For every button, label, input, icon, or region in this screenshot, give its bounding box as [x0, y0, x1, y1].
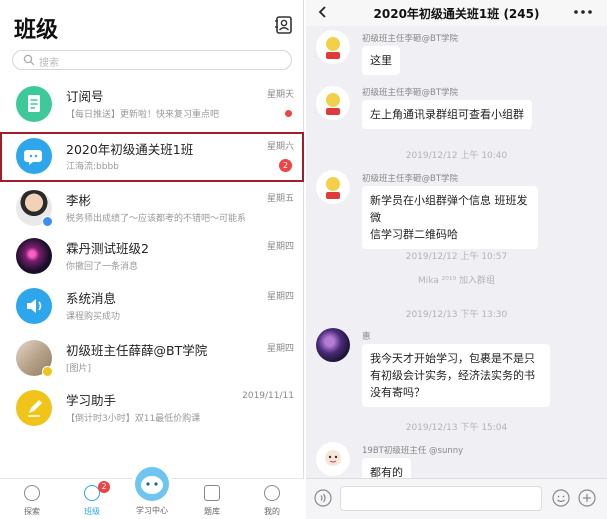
message-line: 新学员在小组群弹个信息 班班发微: [370, 194, 528, 224]
item-preview: [图片]: [66, 364, 92, 374]
list-item-class-group[interactable]: 2020年初级通关班1班 江海流:bbbb 星期六 2: [0, 132, 304, 182]
list-item-subscription[interactable]: 订阅号 【每日推送】更新啦！快来复习重点吧 星期天: [0, 80, 304, 132]
item-name: 2020年初级通关班1班: [66, 142, 194, 157]
plus-icon[interactable]: [578, 489, 596, 507]
message-sender: 惠: [362, 332, 371, 342]
avatar[interactable]: [316, 170, 350, 204]
mascot-icon: [141, 476, 163, 494]
item-name: 李彬: [66, 193, 92, 208]
message-bubble[interactable]: 我今天才开始学习，包裹是不是只 有初级会计实务，经济法实务的书 没有寄吗？: [362, 344, 550, 407]
verified-icon: [42, 216, 53, 227]
item-preview: 江海流:bbbb: [66, 162, 119, 172]
list-item-assistant[interactable]: 学习助手 【倒计时3小时】双11最低价购课 2019/11/11: [0, 384, 304, 436]
avatar[interactable]: [316, 30, 350, 64]
message-line: 信学习群二维码哈: [370, 228, 458, 241]
item-name: 系统消息: [66, 291, 117, 306]
message-input[interactable]: [340, 486, 542, 511]
list-item-system[interactable]: 系统消息 课程购买成功 星期四: [0, 282, 304, 334]
message-input-bar: [306, 478, 607, 519]
smile-icon: [264, 485, 280, 501]
message-line: 我今天才开始学习，包裹是不是只: [370, 352, 535, 365]
tab-me[interactable]: 我的: [242, 479, 302, 519]
tab-label: 学习中心: [136, 506, 168, 515]
item-preview: 课程购买成功: [66, 312, 121, 322]
message-sender: 19BT初级班主任 @sunny: [362, 446, 464, 456]
pencil-icon: [16, 390, 52, 426]
tab-question-bank[interactable]: 题库: [182, 479, 242, 519]
message-sender: 初级班主任李砸@BT学院: [362, 174, 459, 184]
page-title: 班级: [14, 18, 59, 43]
search-icon: [23, 54, 35, 66]
avatar[interactable]: [316, 442, 350, 476]
message-line: 没有寄吗？: [370, 386, 425, 399]
unread-badge: 2: [279, 159, 292, 172]
item-time: 2019/11/11: [242, 391, 294, 401]
tab-label: 我的: [264, 507, 280, 516]
contacts-icon[interactable]: [274, 15, 294, 35]
message-sender: 初级班主任李砸@BT学院: [362, 34, 459, 44]
chat-title: 2020年初级通关班1班 (245): [373, 7, 540, 21]
tab-class[interactable]: 2 班级: [62, 479, 122, 519]
message-line: 有初级会计实务，经济法实务的书: [370, 369, 535, 382]
tab-label: 探索: [24, 507, 40, 516]
document-icon: [16, 86, 52, 122]
compass-icon: [24, 485, 40, 501]
header: 班级: [0, 0, 304, 48]
item-name: 霖丹测试班级2: [66, 241, 149, 256]
tab-label: 班级: [84, 507, 100, 516]
class-list-panel: 班级 搜索 订阅号 【每日推送】更新啦！快来复习重点吧 星期天 2020年初级通…: [0, 0, 304, 519]
message-bubble[interactable]: 这里: [362, 46, 400, 75]
study-center-button[interactable]: [132, 464, 172, 504]
unread-dot: [285, 110, 292, 117]
item-time: 星期五: [266, 194, 294, 204]
avatar: [16, 238, 52, 274]
emoji-icon[interactable]: [552, 489, 570, 507]
clipboard-icon: [204, 485, 220, 501]
avatar[interactable]: [316, 328, 350, 362]
item-name: 初级班主任薛薛@BT学院: [66, 343, 208, 358]
tab-badge: 2: [98, 481, 110, 493]
search-placeholder: 搜索: [39, 58, 59, 69]
item-time: 星期天: [266, 90, 294, 100]
system-timestamp: 2019/12/12 上午 10:40: [405, 151, 508, 161]
item-name: 订阅号: [66, 89, 104, 104]
tab-explore[interactable]: 探索: [2, 479, 62, 519]
system-timestamp: 2019/12/13 下午 15:04: [405, 423, 508, 433]
system-timestamp: 2019/12/12 上午 10:57: [405, 252, 508, 262]
item-time: 星期四: [266, 292, 294, 302]
item-time: 星期四: [266, 344, 294, 354]
voice-icon[interactable]: [314, 489, 332, 507]
message-sender: 初级班主任李砸@BT学院: [362, 88, 459, 98]
avatar[interactable]: [316, 86, 350, 120]
item-preview: 你撤回了一条消息: [66, 262, 139, 272]
more-icon[interactable]: [572, 4, 594, 20]
list-item-contact[interactable]: 初级班主任薛薛@BT学院 [图片] 星期四: [0, 334, 304, 386]
list-item-contact[interactable]: 李彬 税务师出成绩了～应该都考的不错吧～可能系… 星期五: [0, 184, 304, 236]
item-preview: 【每日推送】更新啦！快来复习重点吧: [66, 110, 220, 120]
item-time: 星期四: [266, 242, 294, 252]
item-preview: 【倒计时3小时】双11最低价购课: [66, 414, 201, 424]
item-time: 星期六: [266, 142, 294, 152]
chat-panel: 2020年初级通关班1班 (245) 初级班主任李砸@BT学院 这里 初级班主任…: [306, 0, 607, 519]
verified-icon: [42, 366, 53, 377]
item-preview: 税务师出成绩了～应该都考的不错吧～可能系…: [66, 214, 246, 224]
message-bubble[interactable]: 左上角通讯录群组可查看小组群: [362, 100, 532, 129]
chat-bubble-icon: [16, 138, 52, 174]
tab-label: 题库: [204, 507, 220, 516]
item-name: 学习助手: [66, 393, 117, 408]
list-item-class-group[interactable]: 霖丹测试班级2 你撤回了一条消息 星期四: [0, 232, 304, 284]
speaker-icon: [16, 288, 52, 324]
message-bubble[interactable]: 新学员在小组群弹个信息 班班发微 信学习群二维码哈: [362, 186, 538, 249]
system-timestamp: 2019/12/13 下午 13:30: [405, 310, 508, 320]
system-join-notice: Mika ²⁰¹⁹ 加入群组: [418, 276, 495, 286]
chat-header: 2020年初级通关班1班 (245): [306, 0, 607, 26]
search-input[interactable]: 搜索: [12, 50, 292, 70]
